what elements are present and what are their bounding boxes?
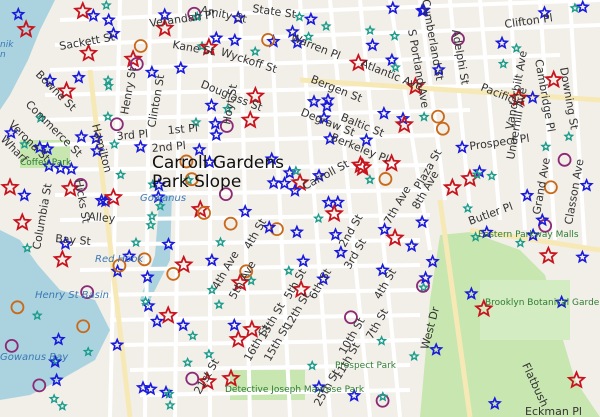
- area-label-red-hook: Red Hook: [95, 254, 144, 265]
- poi-star-marker[interactable]: [442, 177, 463, 197]
- map-svg: Amity St Verandah Pl State St Sackett St…: [0, 0, 600, 417]
- street-label-alley: Alley: [88, 210, 116, 225]
- poi-star-marker[interactable]: [17, 187, 32, 202]
- poi-star-marker[interactable]: [538, 245, 559, 265]
- poi-star-marker[interactable]: [408, 350, 420, 362]
- street-label-wyckoff: Wyckoff St: [219, 45, 279, 76]
- area-label-pier-park-2: n: [0, 50, 6, 60]
- poi-star-marker[interactable]: [306, 94, 322, 108]
- park-botanical: [480, 280, 570, 340]
- street-label-grand: Grand Ave: [530, 157, 553, 216]
- street-label-7th-st: 7th St: [363, 306, 391, 342]
- poi-star-marker[interactable]: [71, 70, 86, 84]
- poi-star-marker[interactable]: [209, 127, 224, 142]
- street-label-ekman: Eckman Pl: [525, 405, 582, 417]
- poi-star-marker[interactable]: [164, 399, 176, 411]
- poi-star-marker[interactable]: [418, 281, 430, 293]
- poi-star-marker[interactable]: [249, 45, 261, 57]
- street-label-butler: Butler Pl: [467, 200, 515, 228]
- area-label-pier-park: nik: [0, 40, 14, 50]
- area-label-gowanus-bay: Gowanus Bay: [0, 352, 69, 363]
- poi-circle-marker[interactable]: [435, 121, 450, 136]
- poi-star-marker[interactable]: [364, 174, 376, 185]
- area-label-henry-basin: Henry St Basin: [35, 290, 109, 301]
- area-label-botanical: Brooklyn Botanical Garden: [485, 298, 600, 308]
- poi-star-marker[interactable]: [365, 37, 380, 52]
- map-canvas[interactable]: Amity St Verandah Pl State St Sackett St…: [0, 0, 600, 417]
- poi-star-marker[interactable]: [56, 400, 68, 411]
- poi-star-marker[interactable]: [72, 0, 93, 20]
- poi-star-marker[interactable]: [296, 253, 311, 268]
- poi-circle-marker[interactable]: [378, 172, 393, 186]
- poi-star-marker[interactable]: [182, 356, 194, 368]
- area-label-carroll-gardens: Carroll Gardens: [152, 153, 284, 173]
- street-label-bay: Bay St: [55, 232, 92, 248]
- poi-star-marker[interactable]: [213, 298, 225, 310]
- poi-star-marker[interactable]: [563, 130, 575, 142]
- street-label-4th-st: 4th St: [371, 266, 399, 302]
- street-label-carroll: Carroll St: [300, 157, 351, 193]
- area-label-prospect-park: Prospect Park: [335, 361, 397, 371]
- poi-star-marker[interactable]: [86, 8, 101, 22]
- poi-star-marker[interactable]: [100, 0, 112, 11]
- street-label-columbia: Columbia St: [30, 182, 55, 251]
- poi-star-marker[interactable]: [425, 254, 440, 268]
- poi-star-marker[interactable]: [187, 330, 199, 341]
- street-label-henry: Henry St: [118, 65, 139, 115]
- poi-star-marker[interactable]: [320, 20, 332, 31]
- poi-star-marker[interactable]: [12, 212, 33, 231]
- poi-star-marker[interactable]: [115, 168, 127, 180]
- poi-star-marker[interactable]: [579, 177, 594, 192]
- street-label-1st-pl: 1st Pl: [167, 121, 198, 137]
- poi-circle-marker[interactable]: [557, 152, 572, 167]
- area-label-park-slope: Park Slope: [152, 172, 241, 192]
- poi-star-marker[interactable]: [176, 317, 191, 332]
- poi-star-marker[interactable]: [418, 111, 430, 122]
- area-label-gowanus: Gowanus: [140, 193, 186, 204]
- poi-star-marker[interactable]: [289, 224, 305, 239]
- poi-star-marker[interactable]: [74, 129, 89, 143]
- water-gowanus-bay: [0, 230, 110, 400]
- poi-star-marker[interactable]: [364, 24, 376, 36]
- poi-star-marker[interactable]: [575, 249, 590, 264]
- street-label-3rd-pl: 3rd Pl: [116, 127, 149, 143]
- area-label-mayrose: Detective Joseph Mayrose Park: [225, 385, 365, 395]
- area-label-coffey: Coffey Park: [20, 158, 72, 168]
- street-label-21st: 21st St: [191, 356, 222, 397]
- poi-star-marker[interactable]: [102, 110, 114, 122]
- poi-star-marker[interactable]: [227, 317, 242, 332]
- street-label-state: State St: [252, 2, 298, 21]
- poi-star-marker[interactable]: [52, 249, 73, 268]
- area-label-eastern-parkway: Eastern Parkway Malls: [478, 230, 579, 240]
- street-label-verandah: Verandah Pl: [149, 8, 216, 30]
- poi-star-marker[interactable]: [418, 270, 433, 285]
- poi-star-marker[interactable]: [0, 177, 20, 196]
- poi-star-marker[interactable]: [277, 175, 292, 190]
- poi-star-marker[interactable]: [48, 393, 60, 404]
- poi-star-marker[interactable]: [102, 74, 114, 86]
- street-label-hamilton: Hamilton: [89, 122, 114, 174]
- poi-star-marker[interactable]: [497, 58, 509, 69]
- poi-circle-marker[interactable]: [375, 393, 390, 408]
- poi-star-marker[interactable]: [377, 390, 389, 402]
- poi-star-marker[interactable]: [494, 35, 510, 50]
- poi-star-marker[interactable]: [321, 195, 336, 209]
- poi-star-marker[interactable]: [303, 11, 319, 26]
